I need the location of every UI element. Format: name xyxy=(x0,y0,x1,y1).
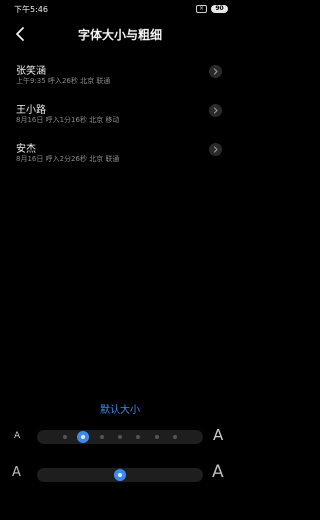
header: 字体大小与粗细 xyxy=(0,22,240,46)
font-weight-slider[interactable] xyxy=(37,468,203,482)
chevron-right-icon[interactable] xyxy=(209,143,222,156)
contact-name: 王小路 xyxy=(16,105,46,116)
contact-list: 张笑涵 上午9:35 呼入26秒 北京 联通 王小路 8月16日 呼入1分16秒… xyxy=(0,58,240,175)
font-size-slider[interactable] xyxy=(37,430,203,444)
font-size-slider-thumb[interactable] xyxy=(77,431,90,443)
page-title: 字体大小与粗细 xyxy=(77,28,162,42)
contact-detail: 8月16日 呼入1分16秒 北京 移动 xyxy=(16,116,120,124)
default-size-button[interactable]: 默认大小 xyxy=(0,401,240,416)
font-weight-max-label: A xyxy=(212,462,224,482)
status-time: 下午5:46 xyxy=(14,5,48,14)
font-size-max-label: A xyxy=(213,426,224,444)
font-weight-slider-row: A A xyxy=(0,462,240,485)
contact-detail: 上午9:35 呼入26秒 北京 联通 xyxy=(16,77,111,85)
contact-detail: 8月16日 呼入2分26秒 北京 联通 xyxy=(16,155,120,163)
contact-item[interactable]: 安杰 8月16日 呼入2分26秒 北京 联通 xyxy=(0,136,240,175)
font-size-min-label: A xyxy=(14,431,21,441)
font-size-step-dot[interactable] xyxy=(136,435,141,439)
font-weight-slider-thumb[interactable] xyxy=(114,469,126,481)
font-size-step-dot[interactable] xyxy=(99,435,104,439)
chevron-right-icon[interactable] xyxy=(209,104,222,117)
font-size-step-dot[interactable] xyxy=(173,435,177,439)
font-size-slider-row: A A xyxy=(0,426,240,447)
battery-icon: 90 xyxy=(211,5,228,13)
font-weight-min-label: A xyxy=(12,465,21,480)
contact-item[interactable]: 张笑涵 上午9:35 呼入26秒 北京 联通 xyxy=(0,58,240,97)
font-size-step-dot[interactable] xyxy=(154,435,159,439)
font-size-step-dot[interactable] xyxy=(118,435,122,439)
chevron-right-icon[interactable] xyxy=(209,65,222,78)
font-size-step-dot[interactable] xyxy=(63,435,67,439)
screen-record-icon: × xyxy=(196,5,207,13)
status-icons: × 90 xyxy=(196,5,228,13)
contact-item[interactable]: 王小路 8月16日 呼入1分16秒 北京 移动 xyxy=(0,97,240,136)
status-bar: 下午5:46 × 90 xyxy=(0,0,240,18)
contact-name: 安杰 xyxy=(16,144,36,155)
screen: 下午5:46 × 90 字体大小与粗细 张笑涵 上午9:35 呼入26秒 北京 … xyxy=(0,0,240,520)
contact-name: 张笑涵 xyxy=(16,66,46,77)
